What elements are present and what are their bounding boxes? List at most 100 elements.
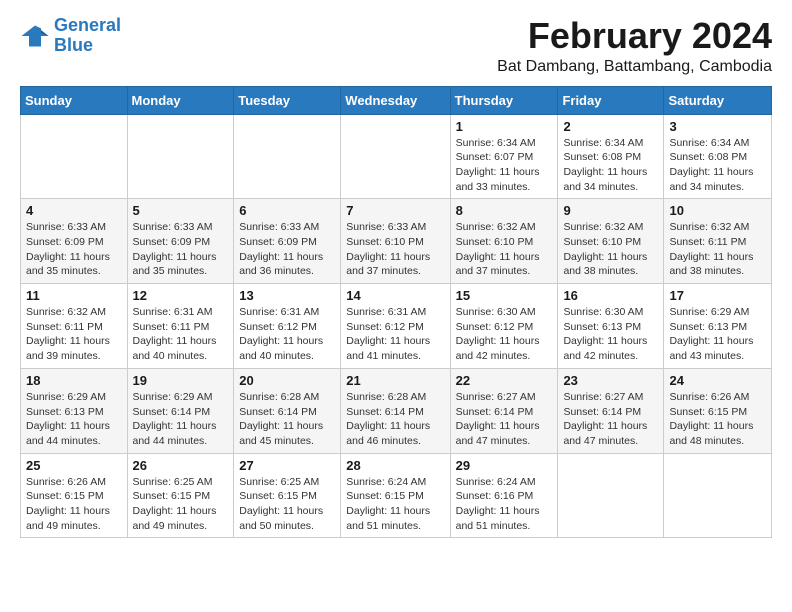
day-number: 19 [133, 373, 229, 388]
day-info: Sunrise: 6:32 AM Sunset: 6:11 PM Dayligh… [26, 305, 122, 364]
logo-icon [20, 22, 50, 50]
day-info: Sunrise: 6:24 AM Sunset: 6:16 PM Dayligh… [456, 475, 553, 534]
title-area: February 2024 Bat Dambang, Battambang, C… [497, 16, 772, 76]
day-info: Sunrise: 6:24 AM Sunset: 6:15 PM Dayligh… [346, 475, 444, 534]
calendar-week-row: 1Sunrise: 6:34 AM Sunset: 6:07 PM Daylig… [21, 114, 772, 199]
calendar-day-cell: 27 Sunrise: 6:25 AM Sunset: 6:15 PM Dayli… [234, 453, 341, 538]
calendar-body: 1Sunrise: 6:34 AM Sunset: 6:07 PM Daylig… [21, 114, 772, 538]
weekday-header-cell: Sunday [21, 86, 128, 114]
day-info: Sunrise: 6:32 AM Sunset: 6:10 PM Dayligh… [456, 220, 553, 279]
day-info: Sunrise: 6:31 AM Sunset: 6:11 PM Dayligh… [133, 305, 229, 364]
calendar-day-cell: 12 Sunrise: 6:31 AM Sunset: 6:11 PM Dayli… [127, 284, 234, 369]
calendar-day-cell: 17Sunrise: 6:29 AM Sunset: 6:13 PM Dayli… [664, 284, 772, 369]
day-info: Sunrise: 6:31 AM Sunset: 6:12 PM Dayligh… [346, 305, 444, 364]
day-info: Sunrise: 6:26 AM Sunset: 6:15 PM Dayligh… [26, 475, 122, 534]
calendar-day-cell: 5 Sunrise: 6:33 AM Sunset: 6:09 PM Daylig… [127, 199, 234, 284]
day-number: 22 [456, 373, 553, 388]
calendar-day-cell: 24 Sunrise: 6:26 AM Sunset: 6:15 PM Dayli… [664, 368, 772, 453]
day-number: 5 [133, 203, 229, 218]
calendar-day-cell: 13Sunrise: 6:31 AM Sunset: 6:12 PM Dayli… [234, 284, 341, 369]
day-number: 25 [26, 458, 122, 473]
day-number: 11 [26, 288, 122, 303]
weekday-header-cell: Tuesday [234, 86, 341, 114]
calendar-day-cell: 6 Sunrise: 6:33 AM Sunset: 6:09 PM Daylig… [234, 199, 341, 284]
calendar-day-cell [234, 114, 341, 199]
calendar-day-cell [341, 114, 450, 199]
calendar-week-row: 11 Sunrise: 6:32 AM Sunset: 6:11 PM Dayli… [21, 284, 772, 369]
day-info: Sunrise: 6:28 AM Sunset: 6:14 PM Dayligh… [239, 390, 335, 449]
logo: General Blue [20, 16, 121, 56]
calendar-day-cell: 7 Sunrise: 6:33 AM Sunset: 6:10 PM Daylig… [341, 199, 450, 284]
day-number: 9 [563, 203, 658, 218]
weekday-header-cell: Friday [558, 86, 664, 114]
day-number: 18 [26, 373, 122, 388]
day-number: 10 [669, 203, 766, 218]
day-info: Sunrise: 6:33 AM Sunset: 6:10 PM Dayligh… [346, 220, 444, 279]
calendar-week-row: 18Sunrise: 6:29 AM Sunset: 6:13 PM Dayli… [21, 368, 772, 453]
day-info: Sunrise: 6:26 AM Sunset: 6:15 PM Dayligh… [669, 390, 766, 449]
weekday-header-cell: Saturday [664, 86, 772, 114]
day-number: 12 [133, 288, 229, 303]
month-title: February 2024 [497, 16, 772, 56]
calendar-day-cell: 25 Sunrise: 6:26 AM Sunset: 6:15 PM Dayli… [21, 453, 128, 538]
day-info: Sunrise: 6:33 AM Sunset: 6:09 PM Dayligh… [133, 220, 229, 279]
day-number: 16 [563, 288, 658, 303]
day-number: 20 [239, 373, 335, 388]
calendar-day-cell: 20 Sunrise: 6:28 AM Sunset: 6:14 PM Dayli… [234, 368, 341, 453]
day-number: 15 [456, 288, 553, 303]
calendar-day-cell: 8 Sunrise: 6:32 AM Sunset: 6:10 PM Daylig… [450, 199, 558, 284]
day-number: 8 [456, 203, 553, 218]
day-number: 14 [346, 288, 444, 303]
day-number: 4 [26, 203, 122, 218]
calendar-day-cell: 28 Sunrise: 6:24 AM Sunset: 6:15 PM Dayli… [341, 453, 450, 538]
day-number: 21 [346, 373, 444, 388]
day-info: Sunrise: 6:32 AM Sunset: 6:10 PM Dayligh… [563, 220, 658, 279]
calendar-day-cell: 9 Sunrise: 6:32 AM Sunset: 6:10 PM Daylig… [558, 199, 664, 284]
day-info: Sunrise: 6:27 AM Sunset: 6:14 PM Dayligh… [456, 390, 553, 449]
calendar-day-cell: 4 Sunrise: 6:33 AM Sunset: 6:09 PM Daylig… [21, 199, 128, 284]
day-info: Sunrise: 6:25 AM Sunset: 6:15 PM Dayligh… [239, 475, 335, 534]
day-info: Sunrise: 6:29 AM Sunset: 6:14 PM Dayligh… [133, 390, 229, 449]
day-info: Sunrise: 6:25 AM Sunset: 6:15 PM Dayligh… [133, 475, 229, 534]
weekday-header-cell: Monday [127, 86, 234, 114]
calendar-day-cell [21, 114, 128, 199]
day-number: 13 [239, 288, 335, 303]
day-number: 7 [346, 203, 444, 218]
calendar-day-cell: 16 Sunrise: 6:30 AM Sunset: 6:13 PM Dayli… [558, 284, 664, 369]
calendar-week-row: 4 Sunrise: 6:33 AM Sunset: 6:09 PM Daylig… [21, 199, 772, 284]
calendar-day-cell [558, 453, 664, 538]
calendar-day-cell: 21 Sunrise: 6:28 AM Sunset: 6:14 PM Dayli… [341, 368, 450, 453]
calendar-day-cell [664, 453, 772, 538]
day-info: Sunrise: 6:32 AM Sunset: 6:11 PM Dayligh… [669, 220, 766, 279]
day-info: Sunrise: 6:34 AM Sunset: 6:08 PM Dayligh… [669, 136, 766, 195]
weekday-header-cell: Thursday [450, 86, 558, 114]
day-info: Sunrise: 6:34 AM Sunset: 6:07 PM Dayligh… [456, 136, 553, 195]
calendar-day-cell: 23Sunrise: 6:27 AM Sunset: 6:14 PM Dayli… [558, 368, 664, 453]
day-info: Sunrise: 6:30 AM Sunset: 6:13 PM Dayligh… [563, 305, 658, 364]
day-number: 27 [239, 458, 335, 473]
weekday-header-cell: Wednesday [341, 86, 450, 114]
calendar-day-cell: 18Sunrise: 6:29 AM Sunset: 6:13 PM Dayli… [21, 368, 128, 453]
day-info: Sunrise: 6:28 AM Sunset: 6:14 PM Dayligh… [346, 390, 444, 449]
header: General Blue February 2024 Bat Dambang, … [20, 16, 772, 76]
day-info: Sunrise: 6:27 AM Sunset: 6:14 PM Dayligh… [563, 390, 658, 449]
day-info: Sunrise: 6:33 AM Sunset: 6:09 PM Dayligh… [239, 220, 335, 279]
calendar-day-cell: 29 Sunrise: 6:24 AM Sunset: 6:16 PM Dayli… [450, 453, 558, 538]
logo-text: General Blue [54, 16, 121, 56]
calendar-week-row: 25 Sunrise: 6:26 AM Sunset: 6:15 PM Dayli… [21, 453, 772, 538]
calendar-day-cell: 15Sunrise: 6:30 AM Sunset: 6:12 PM Dayli… [450, 284, 558, 369]
day-info: Sunrise: 6:33 AM Sunset: 6:09 PM Dayligh… [26, 220, 122, 279]
day-number: 2 [563, 119, 658, 134]
calendar: SundayMondayTuesdayWednesdayThursdayFrid… [20, 86, 772, 539]
day-number: 24 [669, 373, 766, 388]
calendar-day-cell: 3 Sunrise: 6:34 AM Sunset: 6:08 PM Daylig… [664, 114, 772, 199]
location-title: Bat Dambang, Battambang, Cambodia [497, 58, 772, 76]
calendar-day-cell: 11 Sunrise: 6:32 AM Sunset: 6:11 PM Dayli… [21, 284, 128, 369]
calendar-day-cell: 26Sunrise: 6:25 AM Sunset: 6:15 PM Dayli… [127, 453, 234, 538]
calendar-day-cell: 10 Sunrise: 6:32 AM Sunset: 6:11 PM Dayli… [664, 199, 772, 284]
day-number: 3 [669, 119, 766, 134]
calendar-day-cell: 19 Sunrise: 6:29 AM Sunset: 6:14 PM Dayli… [127, 368, 234, 453]
day-number: 29 [456, 458, 553, 473]
day-number: 6 [239, 203, 335, 218]
day-number: 28 [346, 458, 444, 473]
